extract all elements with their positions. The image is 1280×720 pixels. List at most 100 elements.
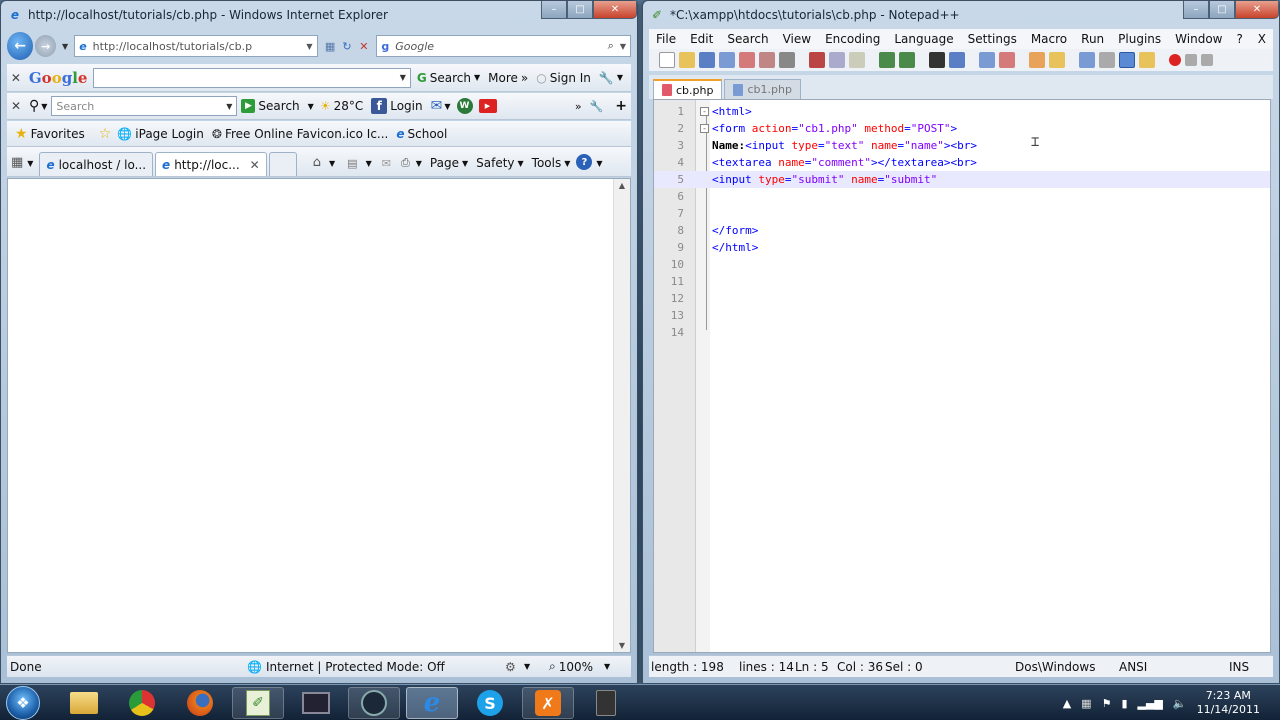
chevron-down-icon[interactable]: ▼ xyxy=(41,102,47,111)
maximize-button[interactable]: □ xyxy=(1209,1,1235,19)
menu-help[interactable]: ? xyxy=(1229,32,1249,46)
close-tab-icon[interactable]: ✕ xyxy=(250,158,260,172)
show-hidden-icons-icon[interactable]: ▲ xyxy=(1063,697,1071,710)
favorite-link-school[interactable]: e School xyxy=(396,127,447,141)
scroll-down-icon[interactable]: ▼ xyxy=(614,641,630,650)
open-file-icon[interactable] xyxy=(679,52,695,68)
code-line[interactable]: 4 <textarea name="comment"></textarea><br… xyxy=(654,154,1270,171)
search-box[interactable]: g Google ⌕ ▼ xyxy=(376,35,631,57)
redo-icon[interactable] xyxy=(899,52,915,68)
save-all-icon[interactable] xyxy=(719,52,735,68)
tab-cb-php[interactable]: cb.php xyxy=(653,79,723,99)
paste-icon[interactable] xyxy=(849,52,865,68)
menu-view[interactable]: View xyxy=(776,32,818,46)
play-macro-icon[interactable] xyxy=(1201,54,1213,66)
mail-icon[interactable]: ✉ xyxy=(431,98,443,114)
menu-settings[interactable]: Settings xyxy=(961,32,1024,46)
code-line[interactable]: 7 xyxy=(654,205,1270,222)
menu-window[interactable]: Window xyxy=(1168,32,1229,46)
vertical-scrollbar[interactable]: ▲ ▼ xyxy=(613,179,630,652)
taskbar-firefox[interactable] xyxy=(174,687,226,719)
close-button[interactable]: ✕ xyxy=(593,1,637,19)
close-all-icon[interactable] xyxy=(759,52,775,68)
sync-h-icon[interactable] xyxy=(1049,52,1065,68)
stop-macro-icon[interactable] xyxy=(1185,54,1197,66)
cut-icon[interactable] xyxy=(809,52,825,68)
sync-v-icon[interactable] xyxy=(1029,52,1045,68)
chevron-down-icon[interactable]: ▼ xyxy=(524,662,530,671)
taskbar-chrome[interactable] xyxy=(116,687,168,719)
address-bar[interactable]: e http://localhost/tutorials/cb.p ▼ xyxy=(74,35,318,57)
code-line[interactable]: 13 xyxy=(654,307,1270,324)
wrench-icon[interactable]: 🔧 xyxy=(590,100,604,113)
code-line[interactable]: 10 xyxy=(654,256,1270,273)
taskbar-explorer[interactable] xyxy=(58,687,110,719)
menu-macro[interactable]: Macro xyxy=(1024,32,1074,46)
scroll-up-icon[interactable]: ▲ xyxy=(614,181,630,190)
code-line[interactable]: 9 </html> xyxy=(654,239,1270,256)
save-icon[interactable] xyxy=(699,52,715,68)
start-button[interactable]: ❖ xyxy=(6,686,40,720)
taskbar-ie[interactable]: e xyxy=(406,687,458,719)
taskbar-notepadpp[interactable]: ✐ xyxy=(232,687,284,719)
volume-tray-icon[interactable]: 🔈 xyxy=(1173,697,1187,710)
replace-icon[interactable] xyxy=(949,52,965,68)
chevron-down-icon[interactable]: ▼ xyxy=(308,102,314,111)
code-line[interactable]: 8 </form> xyxy=(654,222,1270,239)
favorite-link-ipage[interactable]: 🌐 iPage Login xyxy=(117,127,204,141)
zoom-control[interactable]: ⌕ 100% ▼ xyxy=(549,659,610,674)
code-line[interactable]: 5 <input type="submit" name="submit" xyxy=(654,171,1270,188)
menu-language[interactable]: Language xyxy=(887,32,960,46)
back-button[interactable]: ← xyxy=(7,32,34,60)
tab-cb1-php[interactable]: cb1.php xyxy=(724,79,801,99)
ie-page-content[interactable]: ▲ ▼ xyxy=(7,178,631,653)
toolbar-search-button[interactable]: ▶ Search xyxy=(241,99,300,113)
print-icon[interactable]: ⎙ xyxy=(401,156,410,170)
menu-plugins[interactable]: Plugins xyxy=(1111,32,1168,46)
chevron-down-icon[interactable]: ▼ xyxy=(329,159,335,168)
word-wrap-icon[interactable] xyxy=(1079,52,1095,68)
weather-widget[interactable]: ☀ 28°C xyxy=(320,99,363,113)
code-line[interactable]: 6 xyxy=(654,188,1270,205)
tools-menu[interactable]: Tools ▼ xyxy=(532,156,571,170)
search-icon[interactable]: ⌕ xyxy=(608,39,614,53)
sign-in-button[interactable]: ○ Sign In xyxy=(536,71,591,85)
doc-map-icon[interactable] xyxy=(1139,52,1155,68)
wrench-button[interactable]: 🔧 ▼ xyxy=(599,71,623,85)
safety-menu[interactable]: Safety ▼ xyxy=(476,156,524,170)
flag-tray-icon[interactable]: ⚑ xyxy=(1102,697,1112,710)
internet-zone[interactable]: 🌐 Internet | Protected Mode: Off xyxy=(247,660,445,674)
close-button[interactable]: ✕ xyxy=(1235,1,1279,19)
compatibility-icon[interactable]: ▦ xyxy=(322,40,339,53)
google-search-input[interactable]: ▼ xyxy=(93,67,411,88)
code-line[interactable]: 3 Name:<input type="text" name="name"><br… xyxy=(654,137,1270,154)
chevron-down-icon[interactable]: ▼ xyxy=(366,159,372,168)
taskbar-xampp[interactable]: ✗ xyxy=(522,687,574,719)
maximize-button[interactable]: □ xyxy=(567,1,593,19)
chevron-down-icon[interactable]: ▼ xyxy=(596,159,602,168)
fold-toggle-icon[interactable]: - xyxy=(700,124,709,133)
search-dropdown-icon[interactable]: ▼ xyxy=(620,42,626,51)
favorites-button[interactable]: ★ Favorites xyxy=(15,126,85,142)
toolbar-search-input[interactable]: Search ▼ xyxy=(51,96,238,116)
tab-localhost[interactable]: e localhost / lo... xyxy=(39,152,154,176)
clock[interactable]: 7:23 AM 11/14/2011 xyxy=(1197,689,1260,717)
minimize-button[interactable]: – xyxy=(541,1,567,19)
google-search-dropdown-icon[interactable]: ▼ xyxy=(400,73,406,82)
address-dropdown-icon[interactable]: ▼ xyxy=(306,42,312,51)
zoom-in-icon[interactable] xyxy=(979,52,995,68)
add-favorite-icon[interactable]: ☆ xyxy=(99,126,112,142)
chevron-down-icon[interactable]: ▼ xyxy=(416,159,422,168)
new-file-icon[interactable] xyxy=(659,52,675,68)
wordpress-icon[interactable]: W xyxy=(456,98,473,114)
code-editor[interactable]: 1- <html> 2- <form action="cb1.php" method=… xyxy=(653,99,1271,653)
recent-pages-chevron-icon[interactable]: ▼ xyxy=(62,42,68,51)
new-tab-button[interactable] xyxy=(268,152,297,176)
code-line[interactable]: 2- <form action="cb1.php" method="POST"> xyxy=(654,120,1270,137)
copy-icon[interactable] xyxy=(829,52,845,68)
youtube-icon[interactable]: ▶ xyxy=(478,99,497,113)
record-macro-icon[interactable] xyxy=(1169,54,1181,66)
menu-encoding[interactable]: Encoding xyxy=(818,32,887,46)
zoom-out-icon[interactable] xyxy=(999,52,1015,68)
close-toolbar-icon[interactable]: ✕ xyxy=(7,99,25,113)
